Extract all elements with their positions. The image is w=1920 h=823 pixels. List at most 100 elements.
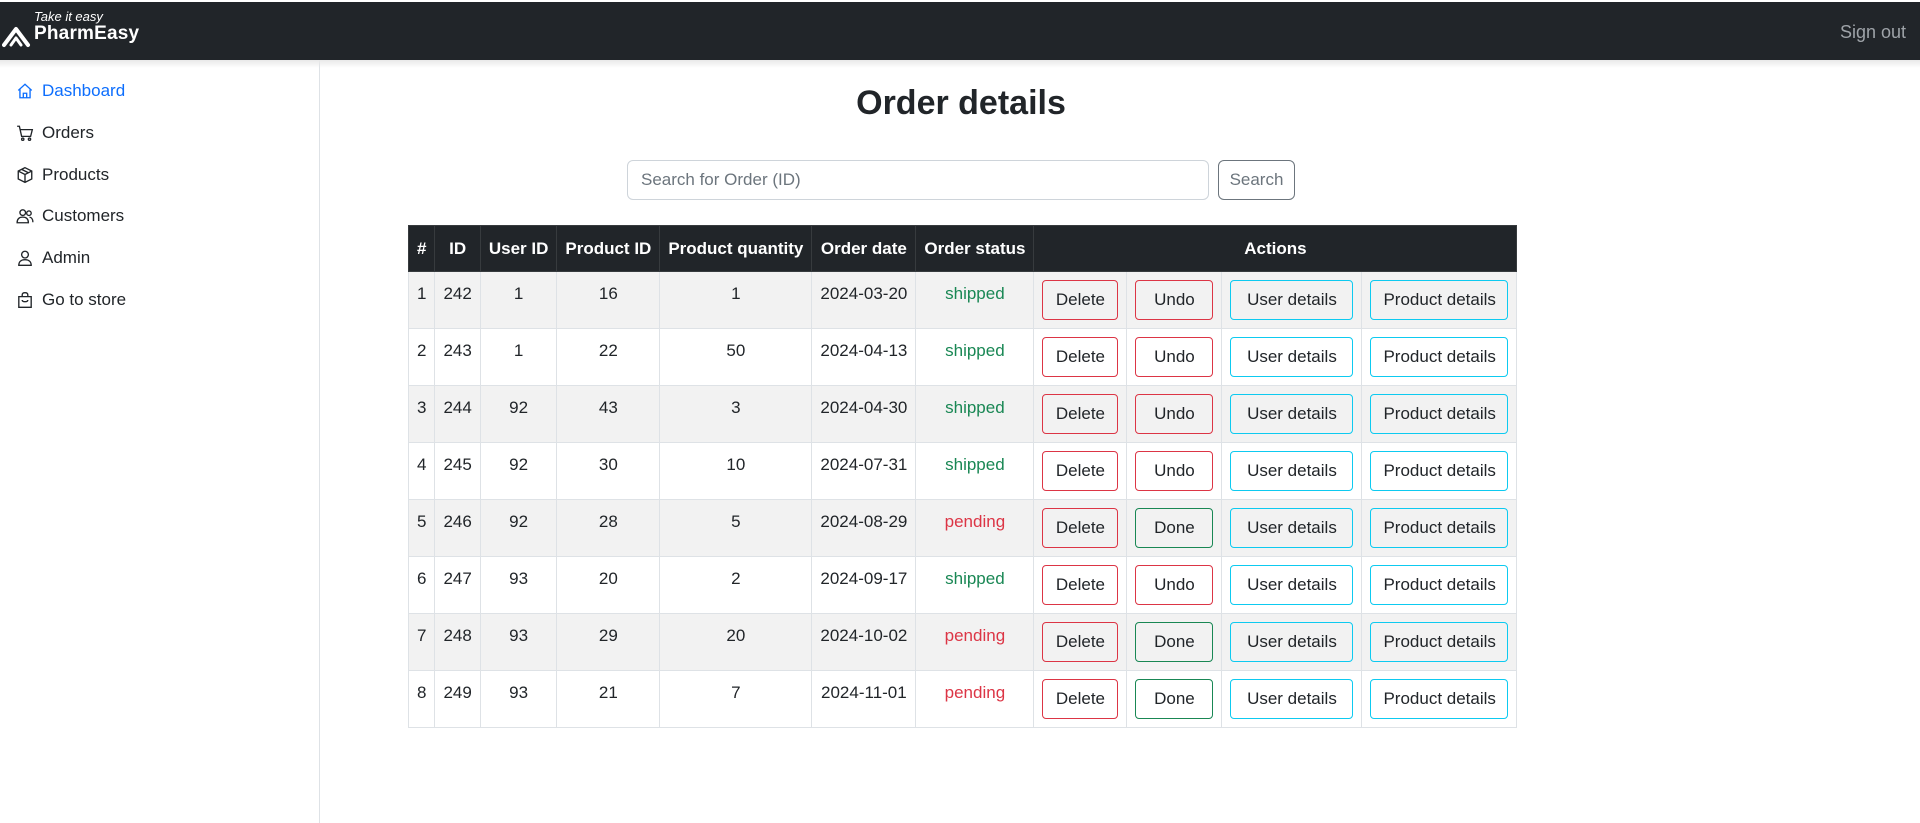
order-number-cell: 2 (407, 328, 436, 386)
brand-name: PharmEasy (34, 23, 140, 44)
sidebar-item-orders[interactable]: Orders (16, 118, 94, 148)
sign-out-link[interactable]: Sign out (1840, 22, 1906, 43)
product-quantity-cell-text: 3 (731, 398, 741, 417)
user-details-button[interactable]: User details (1230, 565, 1354, 605)
product-details-button[interactable]: Product details (1370, 565, 1509, 605)
order-status-badge: pending (944, 512, 1006, 531)
product-details-button[interactable]: Product details (1370, 508, 1509, 548)
action-cell: User details (1221, 271, 1363, 329)
user-id-cell-text: 1 (513, 341, 524, 360)
delete-button[interactable]: Delete (1042, 280, 1119, 320)
product-details-button[interactable]: Product details (1370, 337, 1509, 377)
sidebar-item-products[interactable]: Products (16, 160, 109, 190)
user-id-cell-text: 93 (509, 569, 529, 588)
action-cell: Product details (1361, 385, 1518, 443)
undo-button[interactable]: Undo (1135, 451, 1214, 491)
user-id-cell: 92 (479, 442, 558, 500)
order-id-cell-text: 245 (443, 455, 472, 474)
delete-button[interactable]: Delete (1042, 508, 1119, 548)
orders-table-body: 1 242 1 16 1 2024-03-20 shipped Delete Undo User … (407, 271, 1518, 728)
search-button[interactable]: Search (1218, 160, 1295, 200)
undo-button[interactable]: Undo (1135, 565, 1214, 605)
user-details-button[interactable]: User details (1230, 622, 1354, 662)
product-details-button[interactable]: Product details (1370, 451, 1509, 491)
user-details-button[interactable]: User details (1230, 280, 1354, 320)
done-button[interactable]: Done (1135, 508, 1214, 548)
order-id-cell: 245 (434, 442, 481, 500)
product-quantity-cell: 3 (659, 385, 813, 443)
sidebar-item-dashboard[interactable]: Dashboard (16, 76, 125, 106)
sidebar-item-admin[interactable]: Admin (16, 243, 90, 273)
delete-button[interactable]: Delete (1042, 565, 1119, 605)
order-id-cell: 243 (434, 328, 481, 386)
order-date-cell-text: 2024-03-20 (820, 284, 908, 303)
order-id-cell-text: 244 (443, 398, 472, 417)
order-id-cell: 249 (434, 670, 481, 728)
column-header-order-date: Order date (811, 225, 917, 272)
sidebar-item-label: Admin (42, 248, 91, 267)
undo-button[interactable]: Undo (1135, 394, 1214, 434)
product-details-button[interactable]: Product details (1370, 280, 1509, 320)
people-icon (16, 209, 34, 224)
order-search-input[interactable] (627, 160, 1209, 200)
user-details-button[interactable]: User details (1230, 394, 1354, 434)
user-id-cell-text: 93 (509, 683, 529, 702)
product-details-button[interactable]: Product details (1370, 679, 1509, 719)
done-button[interactable]: Done (1135, 679, 1214, 719)
header-shadow (0, 60, 1920, 68)
order-number-cell: 7 (407, 613, 436, 671)
undo-button[interactable]: Undo (1135, 337, 1214, 377)
product-id-cell-text: 16 (598, 284, 618, 303)
action-cell: Delete (1033, 328, 1128, 386)
user-details-button[interactable]: User details (1230, 679, 1354, 719)
order-number-cell-text: 7 (417, 626, 427, 645)
order-date-cell: 2024-07-31 (811, 442, 917, 500)
box-icon (17, 166, 33, 184)
table-row: 5 246 92 28 5 2024-08-29 pending Delete Done User… (407, 499, 1518, 557)
product-details-button[interactable]: Product details (1370, 394, 1509, 434)
order-id-cell-text: 246 (443, 512, 472, 531)
order-id-cell: 247 (434, 556, 481, 614)
table-row: 7 248 93 29 20 2024-10-02 pending Delete Done Use… (407, 613, 1518, 671)
product-quantity-cell-text: 50 (726, 341, 746, 360)
action-cell: User details (1221, 670, 1363, 728)
action-cell: Product details (1361, 499, 1518, 557)
cart-icon (17, 125, 34, 141)
delete-button[interactable]: Delete (1042, 451, 1119, 491)
order-date-cell: 2024-03-20 (811, 271, 917, 329)
action-cell: User details (1221, 556, 1363, 614)
column-header-number: # (407, 225, 436, 272)
table-row: 8 249 93 21 7 2024-11-01 pending Delete Done User… (407, 670, 1518, 728)
product-quantity-cell: 20 (659, 613, 813, 671)
product-quantity-cell-text: 2 (731, 569, 741, 588)
action-cell: Delete (1033, 499, 1128, 557)
action-cell: Delete (1033, 613, 1128, 671)
order-number-cell-text: 3 (417, 398, 427, 417)
user-details-button[interactable]: User details (1230, 508, 1354, 548)
delete-button[interactable]: Delete (1042, 622, 1119, 662)
product-details-button[interactable]: Product details (1370, 622, 1509, 662)
product-quantity-cell: 1 (659, 271, 813, 329)
delete-button[interactable]: Delete (1042, 679, 1119, 719)
order-status-cell: shipped (915, 556, 1035, 614)
product-id-cell: 30 (556, 442, 661, 500)
user-details-button[interactable]: User details (1230, 451, 1354, 491)
delete-button[interactable]: Delete (1042, 337, 1119, 377)
sidebar-item-customers[interactable]: Customers (16, 201, 124, 231)
sidebar-item-label: Products (42, 165, 110, 184)
user-id-cell-text: 92 (509, 398, 529, 417)
order-number-cell: 5 (407, 499, 436, 557)
product-id-cell: 29 (556, 613, 661, 671)
order-status-badge: shipped (945, 455, 1005, 474)
column-header-product-id: Product ID (556, 225, 661, 272)
order-status-cell: shipped (915, 385, 1035, 443)
undo-button[interactable]: Undo (1135, 280, 1214, 320)
user-id-cell-text: 92 (509, 455, 529, 474)
order-number-cell: 4 (407, 442, 436, 500)
action-cell: Product details (1361, 442, 1518, 500)
sidebar-item-go-to-store[interactable]: Go to store (16, 285, 126, 315)
done-button[interactable]: Done (1135, 622, 1214, 662)
delete-button[interactable]: Delete (1042, 394, 1119, 434)
order-status-cell: pending (915, 670, 1035, 728)
user-details-button[interactable]: User details (1230, 337, 1354, 377)
